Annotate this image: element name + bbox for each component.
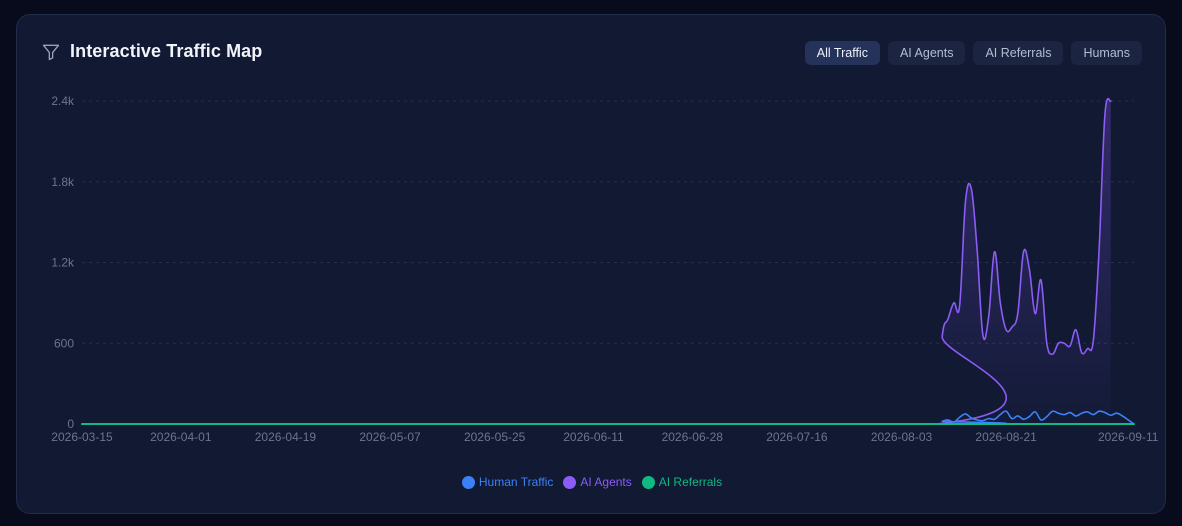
y-tick-label: 1.2k [51, 256, 75, 270]
y-tick-label: 0 [67, 417, 74, 431]
x-tick-label: 2026-04-01 [150, 430, 212, 444]
legend-dot-icon [461, 475, 475, 489]
tab-all-traffic[interactable]: All Traffic [804, 41, 880, 65]
legend-label: Human Traffic [478, 475, 554, 489]
x-tick-label: 2026-07-16 [766, 430, 828, 444]
legend-label: AI Agents [580, 475, 632, 489]
x-tick-label: 2026-04-19 [255, 430, 317, 444]
legend-label: AI Referrals [658, 475, 723, 489]
legend-dot-icon [641, 475, 655, 489]
y-tick-label: 1.8k [51, 175, 75, 189]
traffic-panel: 0 600 1.2k 1.8k 2.4k 2026-03-15 2026-04-01 2026… [16, 14, 1166, 514]
x-tick-label: 2026-08-21 [975, 430, 1037, 444]
traffic-filter-tabs: All Traffic AI Agents AI Referrals Human… [804, 41, 1142, 65]
tab-ai-agents[interactable]: AI Agents [887, 41, 966, 65]
filter-icon[interactable] [41, 42, 61, 62]
traffic-chart: 0 600 1.2k 1.8k 2.4k 2026-03-15 2026-04-01 2026… [51, 94, 1159, 444]
chart-legend: Human Traffic AI Agents AI Referrals [17, 475, 1167, 489]
x-tick-label: 2026-03-15 [51, 430, 113, 444]
x-tick-label: 2026-09-11 [1098, 430, 1159, 444]
page-title: Interactive Traffic Map [70, 41, 263, 61]
series-area-ai-agents [82, 98, 1111, 425]
y-tick-label: 600 [54, 336, 74, 350]
legend-dot-icon [563, 475, 577, 489]
tab-humans[interactable]: Humans [1071, 41, 1142, 65]
panel-header: Interactive Traffic Map [41, 41, 262, 62]
x-tick-label: 2026-06-28 [662, 430, 724, 444]
x-tick-label: 2026-05-07 [359, 430, 421, 444]
tab-ai-referrals[interactable]: AI Referrals [973, 41, 1064, 65]
legend-item-ai-referrals[interactable]: AI Referrals [641, 475, 723, 489]
x-tick-label: 2026-08-03 [871, 430, 933, 444]
legend-item-ai-agents[interactable]: AI Agents [563, 475, 632, 489]
legend-item-human-traffic[interactable]: Human Traffic [461, 475, 554, 489]
y-tick-label: 2.4k [51, 94, 75, 108]
series-line-ai-agents [81, 97, 1112, 425]
x-tick-label: 2026-05-25 [464, 430, 526, 444]
x-tick-label: 2026-06-11 [563, 430, 624, 444]
